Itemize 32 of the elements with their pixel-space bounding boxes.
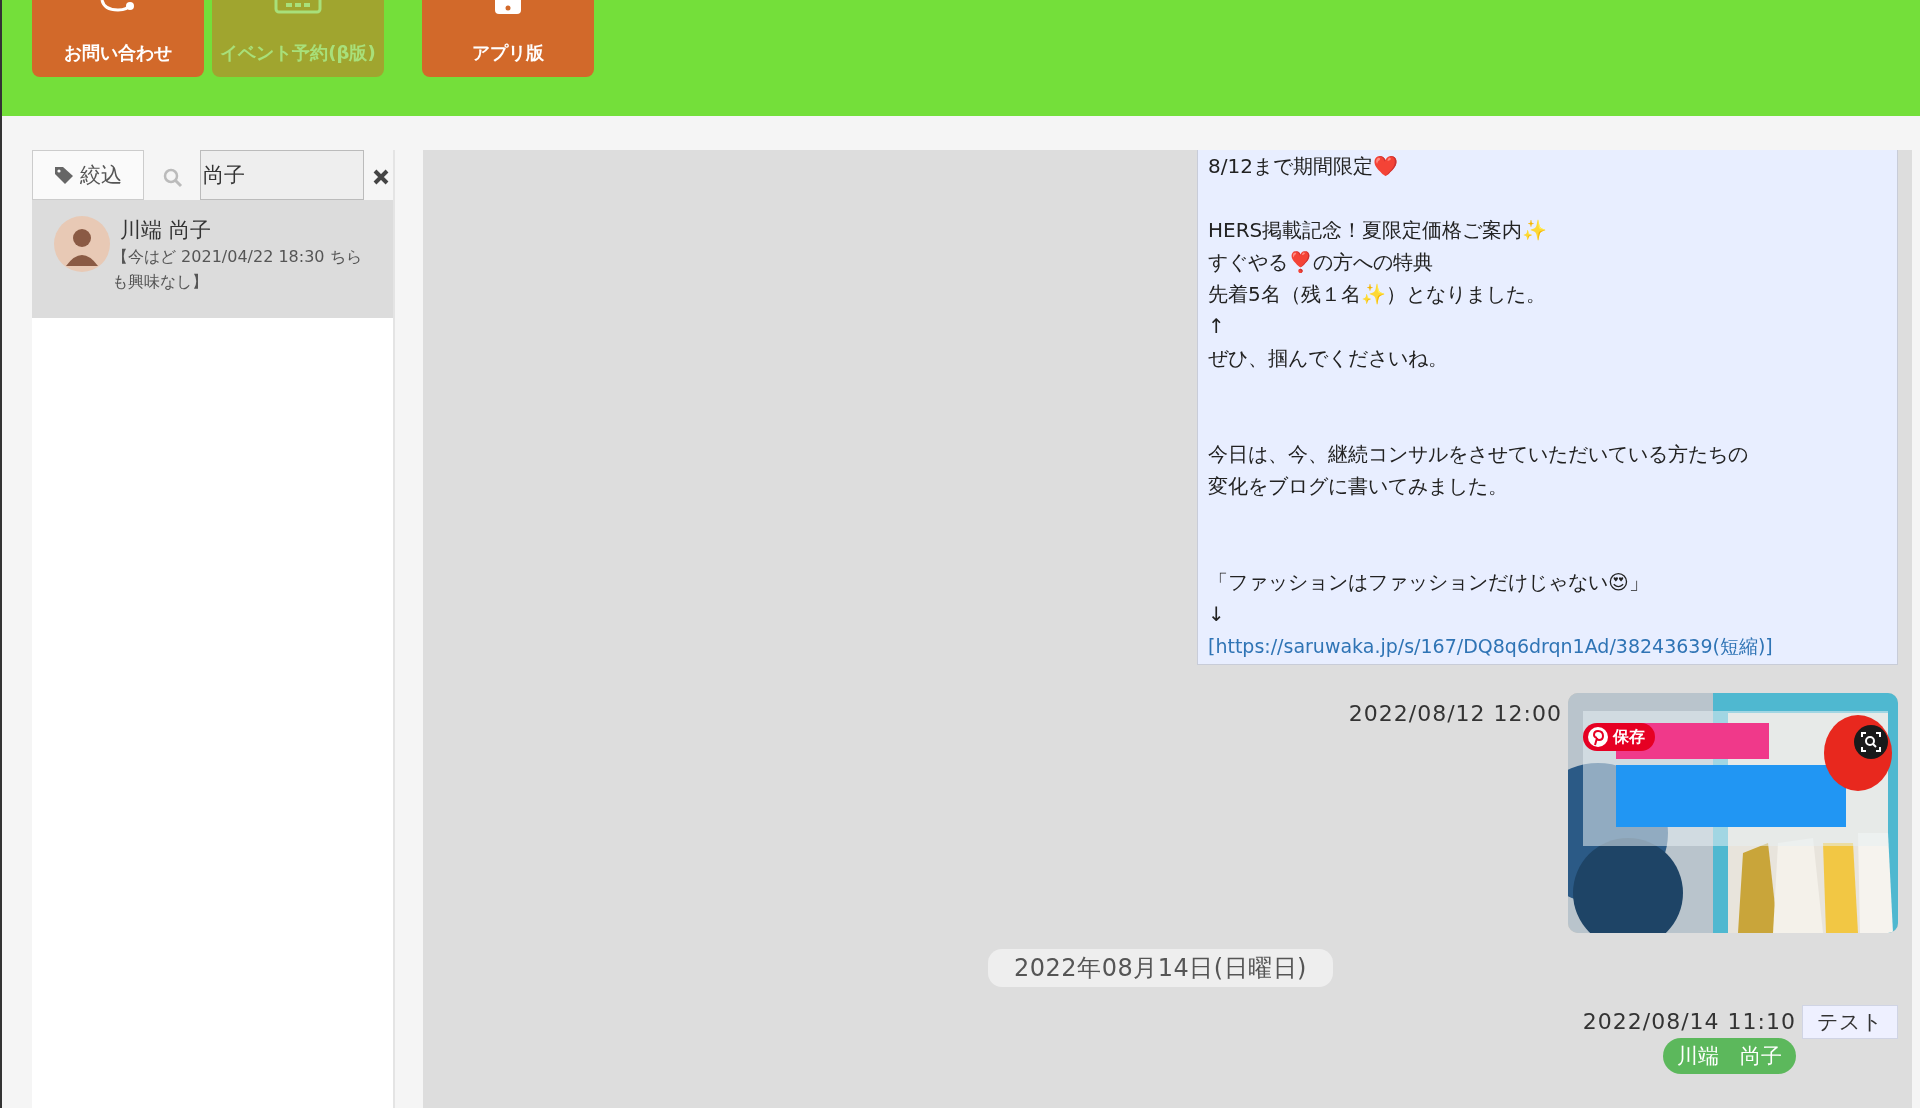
url-link[interactable]: [https://saruwaka.jp/s/167/DQ8q6drqn1Ad/38243639(短縮)] <box>1208 630 1887 662</box>
nav-button[interactable]: アプリ版 <box>422 0 594 77</box>
message-line: 「ファッションはファッションだけじゃない😍」 <box>1208 569 1650 596</box>
message-line: 今日は、今、継続コンサルをさせていただいている方たちの <box>1208 441 1749 468</box>
contact-item[interactable]: 川端 尚子 【今はど 2021/04/22 18:30 ちらも興味なし】 <box>32 200 393 318</box>
calendar-icon <box>274 0 322 14</box>
search-field[interactable]: 尚子 <box>200 150 364 200</box>
timestamp: 2022/08/14 11:10 <box>1582 1009 1796 1034</box>
message-preview: 【今はど 2021/04/22 18:30 ちらも興味なし】 <box>112 246 363 293</box>
message-line: すぐやる❣の方への特典 <box>1208 249 1434 276</box>
message-bubble: テスト <box>1802 1005 1898 1039</box>
sender-tag: 川端 尚子 <box>1663 1038 1796 1074</box>
nav-button[interactable]: お問い合わせ <box>32 0 204 77</box>
message-line: 先着5名（残１名✨）となりました。 <box>1208 281 1547 308</box>
visual-search-icon[interactable] <box>1854 725 1888 759</box>
message-line: HERS掲載記念！夏限定価格ご案内✨ <box>1208 217 1549 244</box>
pin-icon <box>1587 726 1609 748</box>
filter-tab[interactable]: 絞込 <box>32 150 144 200</box>
save-button[interactable]: 保存 <box>1583 723 1655 751</box>
message-line: ↑ <box>1208 313 1226 340</box>
timestamp: 2022/08/12 12:00 <box>1348 701 1562 728</box>
date-divider: 2022年08月14日(日曜日) <box>988 949 1333 987</box>
message-line: 変化をブログに書いてみました。 <box>1208 473 1509 500</box>
message-line: ぜひ、掴んでくださいね。 <box>1208 345 1449 372</box>
message-line: 8/12まで期間限定❤ <box>1208 153 1399 180</box>
message-line: ↓ <box>1208 601 1226 628</box>
phone-icon <box>494 0 522 14</box>
tag-icon <box>54 165 74 185</box>
avatar <box>54 216 110 272</box>
contact-name: 川端 尚子 <box>120 217 212 244</box>
close-icon[interactable] <box>372 168 390 186</box>
search-icon <box>162 167 184 189</box>
